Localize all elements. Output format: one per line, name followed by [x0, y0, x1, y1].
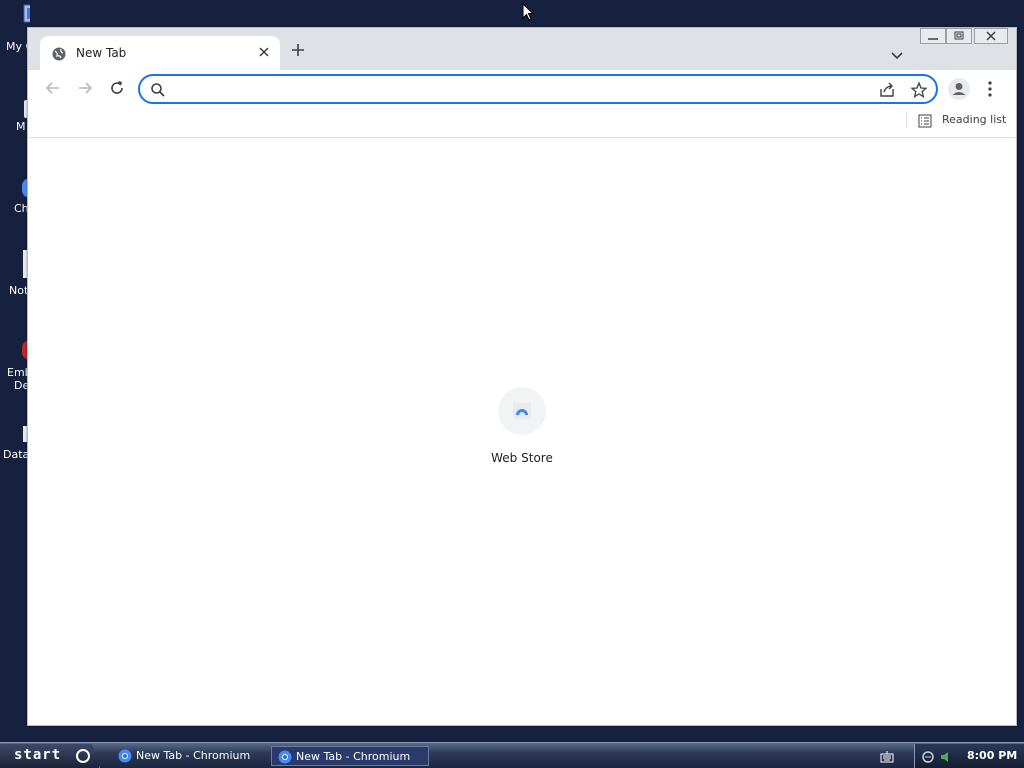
- start-orb-icon: [76, 749, 90, 763]
- taskbar-item-active[interactable]: New Tab - Chromium: [271, 746, 429, 766]
- desktop-icon-folder[interactable]: M: [0, 92, 30, 136]
- start-label: start: [14, 747, 62, 763]
- volume-icon[interactable]: [939, 749, 953, 763]
- system-tray: 8:00 PM: [914, 744, 1024, 768]
- reload-button[interactable]: [108, 79, 126, 97]
- mouse-cursor-icon: [522, 2, 535, 21]
- maximize-button[interactable]: [946, 28, 972, 44]
- close-tab-icon[interactable]: [256, 44, 272, 60]
- shortcut-label: Web Store: [491, 451, 553, 465]
- toolbar: [28, 70, 1016, 108]
- shortcut-web-store[interactable]: Web Store: [478, 387, 566, 477]
- taskbar-item-label: New Tab - Chromium: [136, 749, 251, 762]
- reading-list-label: Reading list: [942, 113, 1007, 126]
- desktop-icon-my-computer[interactable]: My C: [0, 2, 30, 54]
- desktop-icon-chromium[interactable]: Ch: [0, 172, 30, 218]
- chevron-down-icon[interactable]: [890, 46, 904, 60]
- chromium-icon: [278, 749, 292, 764]
- bookmarks-bar: Reading list: [28, 108, 1016, 138]
- new-tab-button[interactable]: [290, 42, 306, 58]
- divider: [906, 112, 907, 128]
- search-icon: [150, 82, 166, 98]
- menu-icon[interactable]: [986, 79, 994, 99]
- network-icon[interactable]: [921, 749, 935, 763]
- share-icon[interactable]: [878, 81, 896, 99]
- chromium-icon: [118, 748, 132, 763]
- browser-window: New Tab Reading list Web Store: [27, 27, 1017, 726]
- tab-title: New Tab: [76, 46, 127, 60]
- start-button[interactable]: start: [0, 744, 100, 768]
- desktop-icon-embedded[interactable]: Emb De: [0, 336, 30, 396]
- taskbar-item[interactable]: New Tab - Chromium: [112, 746, 270, 766]
- globe-icon: [52, 46, 66, 61]
- reading-list-icon: [918, 113, 932, 128]
- taskbar-item-label: New Tab - Chromium: [296, 750, 411, 763]
- new-tab-page: Web Store: [28, 139, 1016, 725]
- back-button[interactable]: [44, 79, 62, 97]
- keyboard-icon[interactable]: [880, 749, 894, 763]
- desktop-icon-notepad[interactable]: Not: [0, 246, 30, 298]
- profile-avatar-icon[interactable]: [948, 78, 970, 100]
- address-bar[interactable]: [138, 74, 938, 104]
- minimize-button[interactable]: [920, 28, 946, 44]
- tab-strip: New Tab: [28, 28, 1016, 70]
- taskbar: start New Tab - Chromium New Tab - Chrom…: [0, 742, 1024, 768]
- bookmark-star-icon[interactable]: [910, 81, 928, 99]
- desktop-icon-label: Data: [3, 448, 30, 461]
- tab-new-tab[interactable]: New Tab: [40, 36, 280, 70]
- shortcut-tile: [498, 387, 546, 435]
- forward-button[interactable]: [76, 79, 94, 97]
- computer-icon: [22, 4, 30, 28]
- clock: 8:00 PM: [967, 749, 1018, 762]
- desktop-icon-data[interactable]: Data: [0, 418, 30, 466]
- close-window-button[interactable]: [974, 28, 1008, 44]
- address-input[interactable]: [174, 79, 854, 99]
